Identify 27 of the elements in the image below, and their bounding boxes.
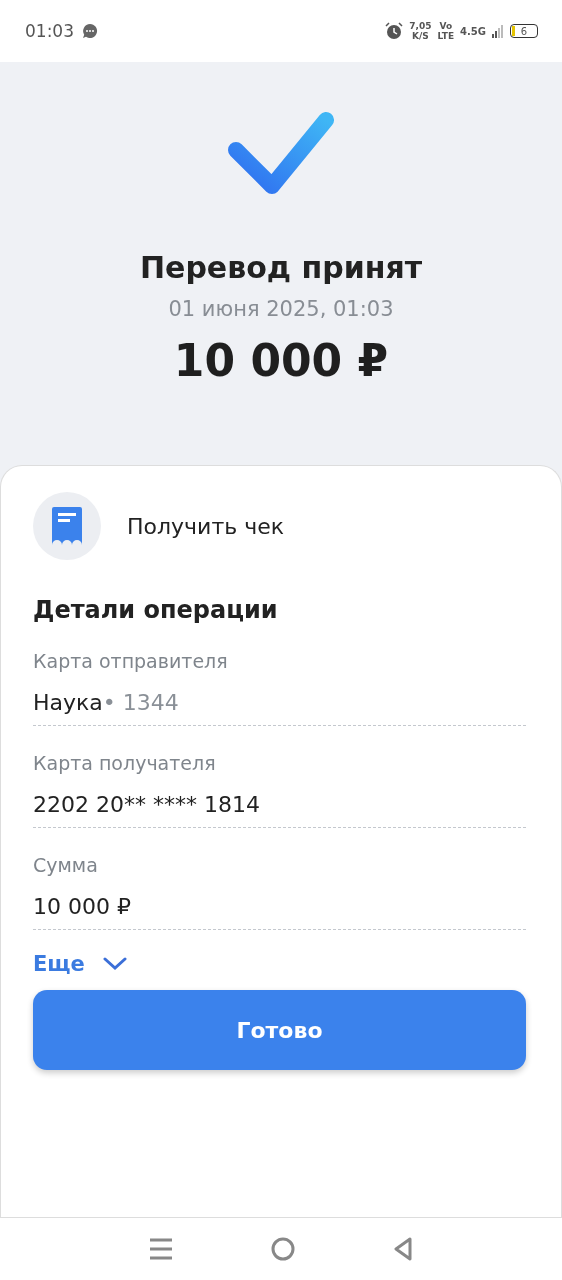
speed-unit: K/S: [412, 31, 429, 41]
volte-label: Vo: [439, 21, 453, 31]
field-value: 2202 20** **** 1814: [33, 792, 261, 817]
network-label: 4.5G: [460, 25, 486, 37]
speed-value: 7,05: [409, 21, 432, 31]
section-title: Детали операции: [33, 596, 279, 624]
home-icon[interactable]: [271, 1237, 295, 1261]
field-label: Карта отправителя: [33, 650, 229, 672]
get-receipt-link[interactable]: Получить чек: [127, 513, 284, 539]
volte-label: LTE: [437, 31, 455, 41]
signal-icon: [492, 24, 504, 38]
field-value: Наука• 1344: [33, 690, 180, 715]
battery-icon: 6: [510, 24, 538, 38]
field-label: Сумма: [33, 854, 99, 876]
alarm-icon: [385, 22, 404, 40]
field-value: 10 000 ₽: [33, 894, 132, 919]
message-icon: [82, 23, 98, 39]
menu-icon[interactable]: [149, 1238, 173, 1260]
status-title: Перевод принят: [139, 250, 423, 285]
chevron-down-icon: [102, 957, 127, 971]
done-button[interactable]: Готово: [33, 990, 526, 1070]
transfer-amount: 10 000 ₽: [173, 335, 389, 386]
more-link[interactable]: Еще: [33, 952, 127, 976]
status-time: 01:03: [25, 21, 74, 41]
field-label: Карта получателя: [33, 752, 217, 774]
back-icon[interactable]: [393, 1237, 413, 1261]
transfer-date: 01 июня 2025, 01:03: [168, 297, 394, 321]
